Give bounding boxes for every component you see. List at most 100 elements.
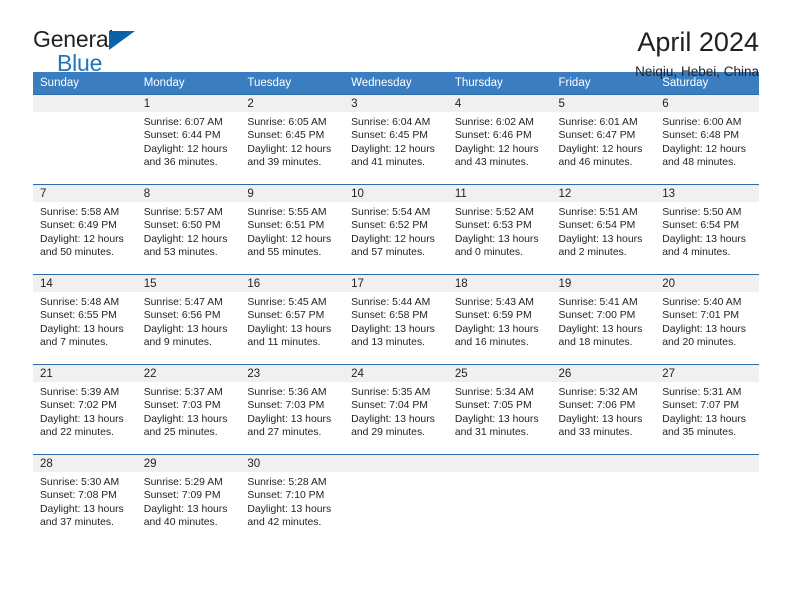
day-number: 25: [447, 365, 552, 382]
day-number: 10: [344, 185, 448, 202]
calendar-day-cell[interactable]: 25 Sunrise: 5:34 AM Sunset: 7:05 PM Dayligh…: [447, 364, 552, 455]
sunset-text: Sunset: 7:07 PM: [662, 400, 740, 412]
sunset-text: Sunset: 7:03 PM: [143, 400, 221, 412]
daylight-text-line2: and 40 minutes.: [143, 516, 218, 528]
daylight-text-line1: Daylight: 12 hours: [351, 233, 435, 245]
calendar-day-cell[interactable]: 4 Sunrise: 6:02 AM Sunset: 6:46 PM Daylight…: [447, 94, 552, 185]
calendar-day-cell[interactable]: 11 Sunrise: 5:52 AM Sunset: 6:53 PM Dayligh…: [447, 184, 552, 275]
calendar-day-cell[interactable]: 23 Sunrise: 5:36 AM Sunset: 7:03 PM Dayligh…: [240, 364, 345, 455]
daylight-text-line2: and 27 minutes.: [247, 426, 322, 438]
calendar-day-cell[interactable]: 10 Sunrise: 5:54 AM Sunset: 6:52 PM Dayligh…: [344, 184, 448, 275]
daylight-text-line1: Daylight: 12 hours: [662, 143, 746, 155]
calendar-day-cell[interactable]: 22 Sunrise: 5:37 AM Sunset: 7:03 PM Dayligh…: [136, 364, 241, 455]
calendar-day-cell[interactable]: 18 Sunrise: 5:43 AM Sunset: 6:59 PM Dayligh…: [447, 274, 552, 365]
calendar-day-cell[interactable]: 3 Sunrise: 6:04 AM Sunset: 6:45 PM Daylight…: [344, 94, 448, 185]
day-number: 17: [344, 275, 448, 292]
daylight-text-line2: and 29 minutes.: [351, 426, 426, 438]
calendar-day-cell[interactable]: 19 Sunrise: 5:41 AM Sunset: 7:00 PM Dayligh…: [551, 274, 656, 365]
general-blue-logo[interactable]: General Blue: [33, 28, 153, 78]
calendar-day-cell[interactable]: 26 Sunrise: 5:32 AM Sunset: 7:06 PM Dayligh…: [551, 364, 656, 455]
daylight-text-line2: and 7 minutes.: [40, 336, 109, 348]
calendar-day-cell-empty: [447, 454, 552, 547]
sunrise-text: Sunrise: 5:37 AM: [143, 387, 223, 398]
sunset-text: Sunset: 6:59 PM: [454, 310, 532, 322]
sunrise-text: Sunrise: 5:54 AM: [351, 207, 431, 218]
calendar-day-cell[interactable]: 24 Sunrise: 5:35 AM Sunset: 7:04 PM Dayligh…: [344, 364, 448, 455]
sunset-text: Sunset: 6:46 PM: [454, 130, 532, 142]
day-details: Sunrise: 5:44 AM Sunset: 6:58 PM Daylight:…: [344, 292, 448, 349]
daylight-text-line1: Daylight: 12 hours: [143, 233, 228, 245]
calendar-day-cell[interactable]: 1 Sunrise: 6:07 AM Sunset: 6:44 PM Daylight…: [136, 94, 241, 185]
daylight-text-line1: Daylight: 13 hours: [454, 323, 539, 335]
calendar-day-cell[interactable]: 29 Sunrise: 5:29 AM Sunset: 7:09 PM Dayligh…: [136, 454, 241, 547]
day-details: Sunrise: 5:35 AM Sunset: 7:04 PM Daylight:…: [344, 382, 448, 439]
daylight-text-line1: Daylight: 13 hours: [247, 413, 332, 425]
calendar-day-cell[interactable]: 9 Sunrise: 5:55 AM Sunset: 6:51 PM Daylight…: [240, 184, 345, 275]
calendar-day-cell-empty: [655, 454, 759, 547]
column-header-tuesday: Tuesday: [240, 72, 345, 95]
sunrise-text: Sunrise: 5:35 AM: [351, 387, 431, 398]
day-details: Sunrise: 5:50 AM Sunset: 6:54 PM Daylight:…: [655, 202, 759, 259]
daylight-text-line1: Daylight: 13 hours: [351, 323, 435, 335]
calendar-day-cell[interactable]: 14 Sunrise: 5:48 AM Sunset: 6:55 PM Dayligh…: [33, 274, 137, 365]
daylight-text-line1: Daylight: 12 hours: [247, 233, 332, 245]
sunrise-text: Sunrise: 5:34 AM: [454, 387, 534, 398]
daylight-text-line1: Daylight: 12 hours: [351, 143, 435, 155]
calendar-day-cell[interactable]: 7 Sunrise: 5:58 AM Sunset: 6:49 PM Daylight…: [33, 184, 137, 275]
calendar-day-cell[interactable]: 13 Sunrise: 5:50 AM Sunset: 6:54 PM Dayligh…: [655, 184, 759, 275]
daylight-text-line2: and 42 minutes.: [247, 516, 322, 528]
day-number: 11: [447, 185, 552, 202]
calendar-day-cell[interactable]: 28 Sunrise: 5:30 AM Sunset: 7:08 PM Dayligh…: [33, 454, 137, 547]
day-details: Sunrise: 5:54 AM Sunset: 6:52 PM Daylight:…: [344, 202, 448, 259]
day-details: Sunrise: 6:04 AM Sunset: 6:45 PM Daylight:…: [344, 112, 448, 169]
day-details: Sunrise: 5:32 AM Sunset: 7:06 PM Daylight:…: [552, 382, 656, 439]
daylight-text-line2: and 2 minutes.: [558, 246, 627, 258]
logo-text-general: General: [33, 26, 114, 52]
daylight-text-line2: and 25 minutes.: [143, 426, 218, 438]
day-details: Sunrise: 5:55 AM Sunset: 6:51 PM Daylight:…: [240, 202, 344, 259]
daylight-text-line1: Daylight: 12 hours: [454, 143, 539, 155]
daylight-text-line1: Daylight: 13 hours: [454, 413, 539, 425]
sunset-text: Sunset: 7:06 PM: [558, 400, 636, 412]
sunrise-text: Sunrise: 6:05 AM: [247, 117, 327, 128]
day-details: Sunrise: 5:37 AM Sunset: 7:03 PM Daylight:…: [137, 382, 241, 439]
day-number: 9: [240, 185, 345, 202]
calendar-day-cell[interactable]: 15 Sunrise: 5:47 AM Sunset: 6:56 PM Dayligh…: [136, 274, 241, 365]
calendar-day-cell[interactable]: 2 Sunrise: 6:05 AM Sunset: 6:45 PM Daylight…: [240, 94, 345, 185]
day-details: Sunrise: 5:40 AM Sunset: 7:01 PM Daylight:…: [655, 292, 759, 349]
daylight-text-line2: and 22 minutes.: [40, 426, 114, 438]
daylight-text-line2: and 31 minutes.: [454, 426, 529, 438]
daylight-text-line2: and 53 minutes.: [143, 246, 218, 258]
calendar-day-cell[interactable]: 30 Sunrise: 5:28 AM Sunset: 7:10 PM Dayligh…: [240, 454, 345, 547]
calendar-day-cell[interactable]: 27 Sunrise: 5:31 AM Sunset: 7:07 PM Dayligh…: [655, 364, 759, 455]
calendar-week-row: 21 Sunrise: 5:39 AM Sunset: 7:02 PM Dayligh…: [33, 364, 759, 455]
calendar-day-cell[interactable]: 8 Sunrise: 5:57 AM Sunset: 6:50 PM Daylight…: [136, 184, 241, 275]
day-number: 24: [344, 365, 448, 382]
sunset-text: Sunset: 6:50 PM: [143, 220, 221, 232]
daylight-text-line2: and 9 minutes.: [143, 336, 212, 348]
calendar-day-cell[interactable]: 6 Sunrise: 6:00 AM Sunset: 6:48 PM Daylight…: [655, 94, 759, 185]
day-number: 2: [240, 95, 345, 112]
daylight-text-line2: and 36 minutes.: [143, 156, 218, 168]
calendar-day-cell[interactable]: 21 Sunrise: 5:39 AM Sunset: 7:02 PM Dayligh…: [33, 364, 137, 455]
calendar-day-cell-empty: [344, 454, 448, 547]
day-details: Sunrise: 6:05 AM Sunset: 6:45 PM Daylight:…: [240, 112, 344, 169]
daylight-text-line1: Daylight: 13 hours: [247, 323, 332, 335]
calendar-day-cell-empty: [551, 454, 656, 547]
day-number: 7: [33, 185, 137, 202]
calendar-day-cell[interactable]: 5 Sunrise: 6:01 AM Sunset: 6:47 PM Daylight…: [551, 94, 656, 185]
sunset-text: Sunset: 6:54 PM: [662, 220, 740, 232]
daylight-text-line1: Daylight: 12 hours: [247, 143, 332, 155]
calendar-day-cell[interactable]: 20 Sunrise: 5:40 AM Sunset: 7:01 PM Dayligh…: [655, 274, 759, 365]
calendar-page: General Blue April 2024 Neiqiu, Hebei, C…: [0, 0, 792, 612]
day-number: 21: [33, 365, 137, 382]
daylight-text-line2: and 35 minutes.: [662, 426, 737, 438]
calendar-day-cell[interactable]: 16 Sunrise: 5:45 AM Sunset: 6:57 PM Dayligh…: [240, 274, 345, 365]
daylight-text-line1: Daylight: 12 hours: [558, 143, 643, 155]
calendar-day-cell[interactable]: 12 Sunrise: 5:51 AM Sunset: 6:54 PM Dayligh…: [551, 184, 656, 275]
sunrise-text: Sunrise: 5:45 AM: [247, 297, 327, 308]
day-number: 16: [240, 275, 345, 292]
day-details: Sunrise: 5:41 AM Sunset: 7:00 PM Daylight:…: [552, 292, 656, 349]
sunrise-text: Sunrise: 5:31 AM: [662, 387, 742, 398]
calendar-day-cell[interactable]: 17 Sunrise: 5:44 AM Sunset: 6:58 PM Dayligh…: [344, 274, 448, 365]
